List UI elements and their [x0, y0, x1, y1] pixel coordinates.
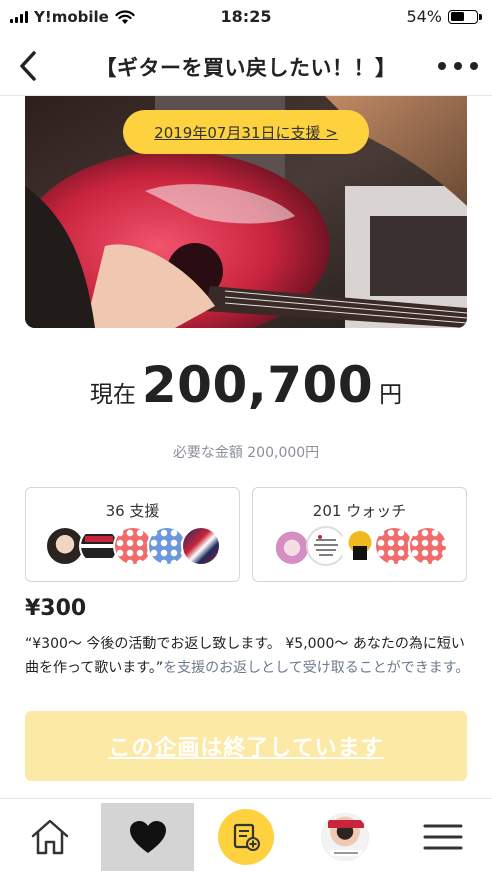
nav-favorites[interactable]: [101, 803, 194, 871]
more-options-button[interactable]: [438, 56, 478, 76]
reward-description: “¥300〜 今後の活動でお返し致します。 ¥5,000〜 あなたの為に短い曲を…: [25, 632, 470, 680]
text-avatar-icon: [307, 528, 344, 564]
page-header: 【ギターを買い戻したい！！】: [0, 34, 492, 96]
reward-price: ¥300: [25, 596, 87, 621]
funding-amount: 現在 200,700 円: [0, 356, 492, 414]
back-button[interactable]: [10, 46, 46, 86]
battery-icon: [448, 9, 482, 24]
watcher-avatars: [253, 526, 466, 566]
amount-suffix: 円: [379, 382, 403, 408]
supporter-avatars: [26, 526, 239, 566]
post-add-icon: [233, 823, 260, 851]
more-dots-icon: [438, 62, 446, 70]
reward-description-tail: を支援のお返しとして受け取ることができます。: [163, 660, 470, 676]
ata-logo-icon: [80, 528, 117, 564]
amount-value: 200,700: [141, 356, 374, 414]
nav-menu[interactable]: [408, 803, 478, 871]
watch-count: 201 ウォッチ: [312, 502, 407, 520]
avatar: [407, 526, 448, 566]
watch-box[interactable]: 201 ウォッチ: [252, 487, 467, 582]
support-date-link[interactable]: 2019年07月31日に支援 >: [123, 110, 369, 154]
heart-icon: [129, 821, 166, 853]
more-dot: [454, 62, 462, 70]
bottom-nav: [0, 798, 492, 874]
nav-profile[interactable]: [310, 803, 380, 871]
home-icon: [31, 819, 69, 855]
page-title: 【ギターを買い戻したい！！】: [95, 56, 397, 80]
post-button-circle: [218, 809, 274, 865]
status-bar: Y!mobile 18:25 54%: [0, 0, 492, 34]
menu-icon: [423, 824, 463, 850]
status-right: 54%: [406, 7, 482, 26]
profile-avatar-icon: [328, 820, 364, 856]
nav-home[interactable]: [14, 803, 86, 871]
supporters-count: 36 支援: [105, 502, 160, 520]
avatar: [180, 526, 221, 566]
chevron-left-icon: [20, 51, 36, 81]
supporters-box[interactable]: 36 支援: [25, 487, 240, 582]
more-dot: [470, 62, 478, 70]
profile-avatar: [321, 813, 369, 861]
nav-post[interactable]: [204, 803, 288, 871]
required-amount: 必要な金額 200,000円: [172, 445, 320, 461]
battery-percent: 54%: [406, 7, 442, 26]
amount-prefix: 現在: [89, 382, 136, 408]
project-ended-button[interactable]: この企画は終了しています: [25, 711, 467, 781]
yellow-avatar-icon: [352, 546, 367, 560]
